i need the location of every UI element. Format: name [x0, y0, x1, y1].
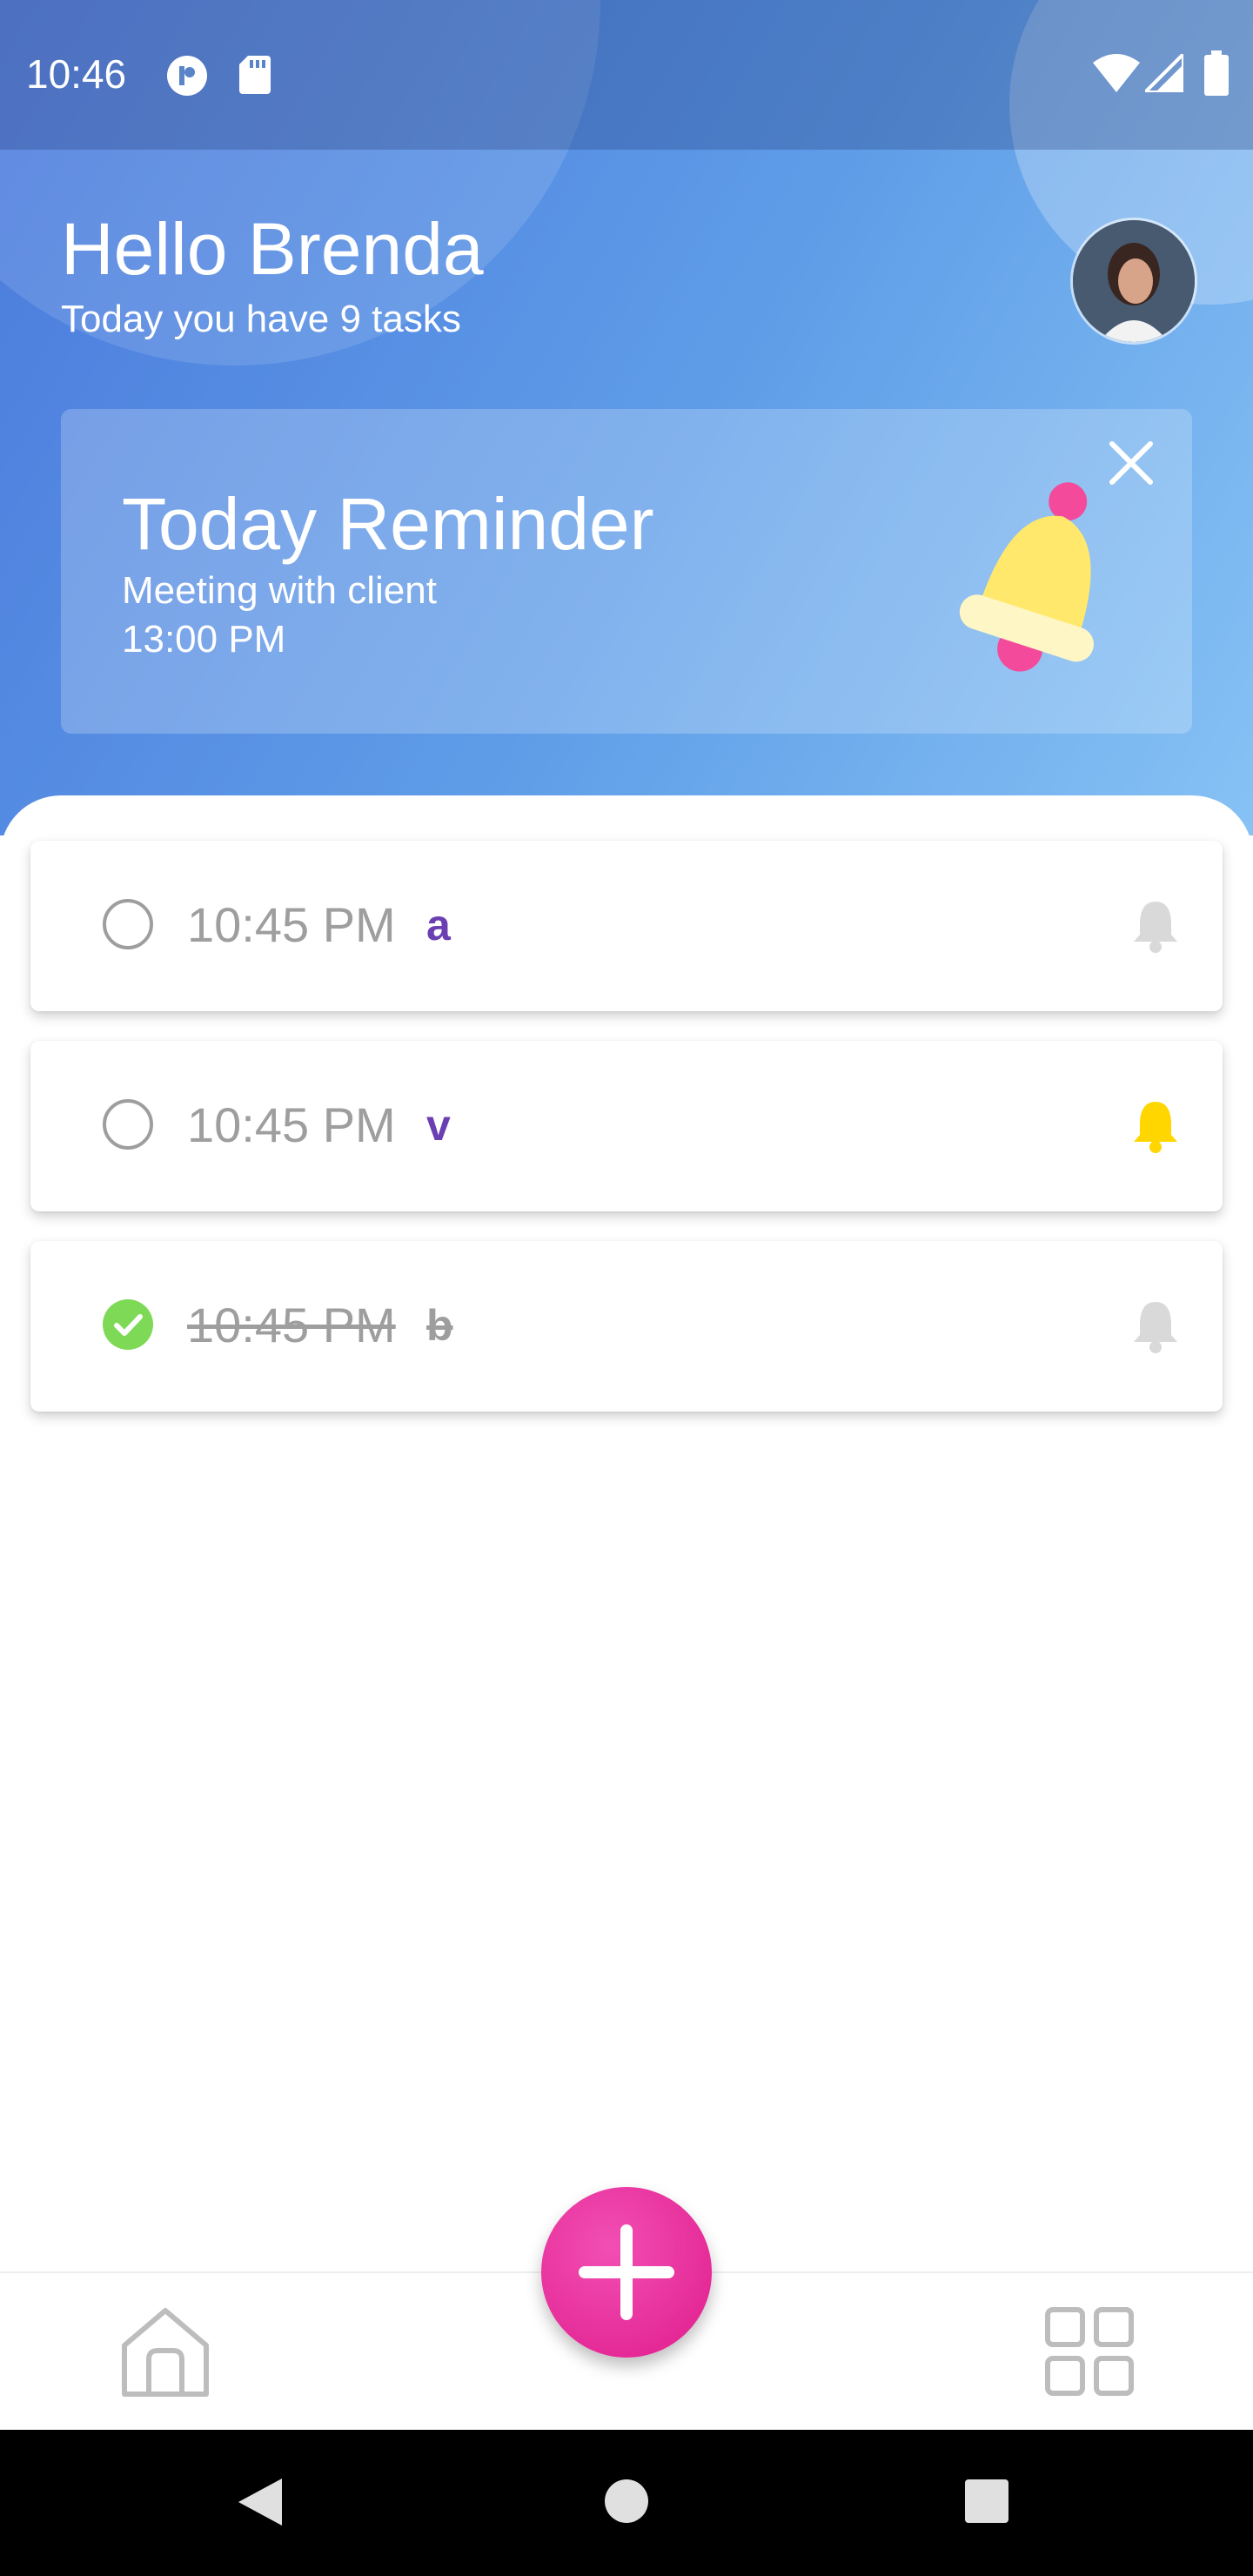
task-item[interactable]: 10:45 PM v — [30, 1041, 1223, 1211]
home-icon[interactable] — [117, 2304, 213, 2399]
reminder-title: Today Reminder — [122, 483, 654, 565]
task-title: b — [426, 1301, 453, 1350]
user-avatar-image — [1073, 220, 1195, 342]
wifi-icon — [1093, 54, 1140, 92]
grid-icon[interactable] — [1044, 2306, 1135, 2397]
recents-icon[interactable] — [964, 2479, 1009, 2524]
alarm-bell-on-icon[interactable] — [1129, 1097, 1183, 1154]
task-title: a — [426, 901, 451, 949]
alarm-bell-off-icon[interactable] — [1129, 1297, 1183, 1354]
task-time: 10:45 PM — [187, 1298, 396, 1352]
bell-illustration-icon — [959, 482, 1094, 672]
task-time: 10:45 PM — [187, 897, 396, 952]
task-item[interactable]: 10:45 PM b — [30, 1241, 1223, 1412]
app-notification-icon — [167, 56, 207, 96]
battery-icon — [1204, 50, 1229, 96]
reminder-card[interactable]: Today Reminder Meeting with client 13:00… — [61, 409, 1192, 734]
alarm-bell-off-icon[interactable] — [1129, 896, 1183, 954]
home-circle-icon[interactable] — [604, 2479, 649, 2524]
unchecked-circle-icon[interactable] — [102, 1098, 154, 1150]
reminder-time: 13:00 PM — [122, 618, 286, 661]
avatar[interactable] — [1070, 218, 1197, 345]
task-list-panel: 10:45 PM a 10:45 PM v 10:45 PM b — [0, 795, 1253, 2275]
back-icon[interactable] — [237, 2477, 284, 2527]
task-time: 10:45 PM — [187, 1097, 396, 1152]
reminder-description: Meeting with client — [122, 569, 437, 612]
task-title: v — [426, 1101, 451, 1150]
status-time: 10:46 — [26, 51, 127, 97]
checked-circle-icon[interactable] — [102, 1298, 154, 1351]
sd-card-icon — [239, 56, 271, 94]
task-count-subtitle: Today you have 9 tasks — [61, 298, 461, 340]
add-task-button[interactable] — [541, 2187, 712, 2358]
greeting-title: Hello Brenda — [61, 208, 484, 290]
system-navigation-bar — [0, 2430, 1253, 2576]
unchecked-circle-icon[interactable] — [102, 898, 154, 950]
cell-signal-icon — [1145, 54, 1183, 92]
task-item[interactable]: 10:45 PM a — [30, 841, 1223, 1011]
status-bar: 10:46 — [0, 0, 1253, 150]
plus-icon — [579, 2224, 674, 2320]
